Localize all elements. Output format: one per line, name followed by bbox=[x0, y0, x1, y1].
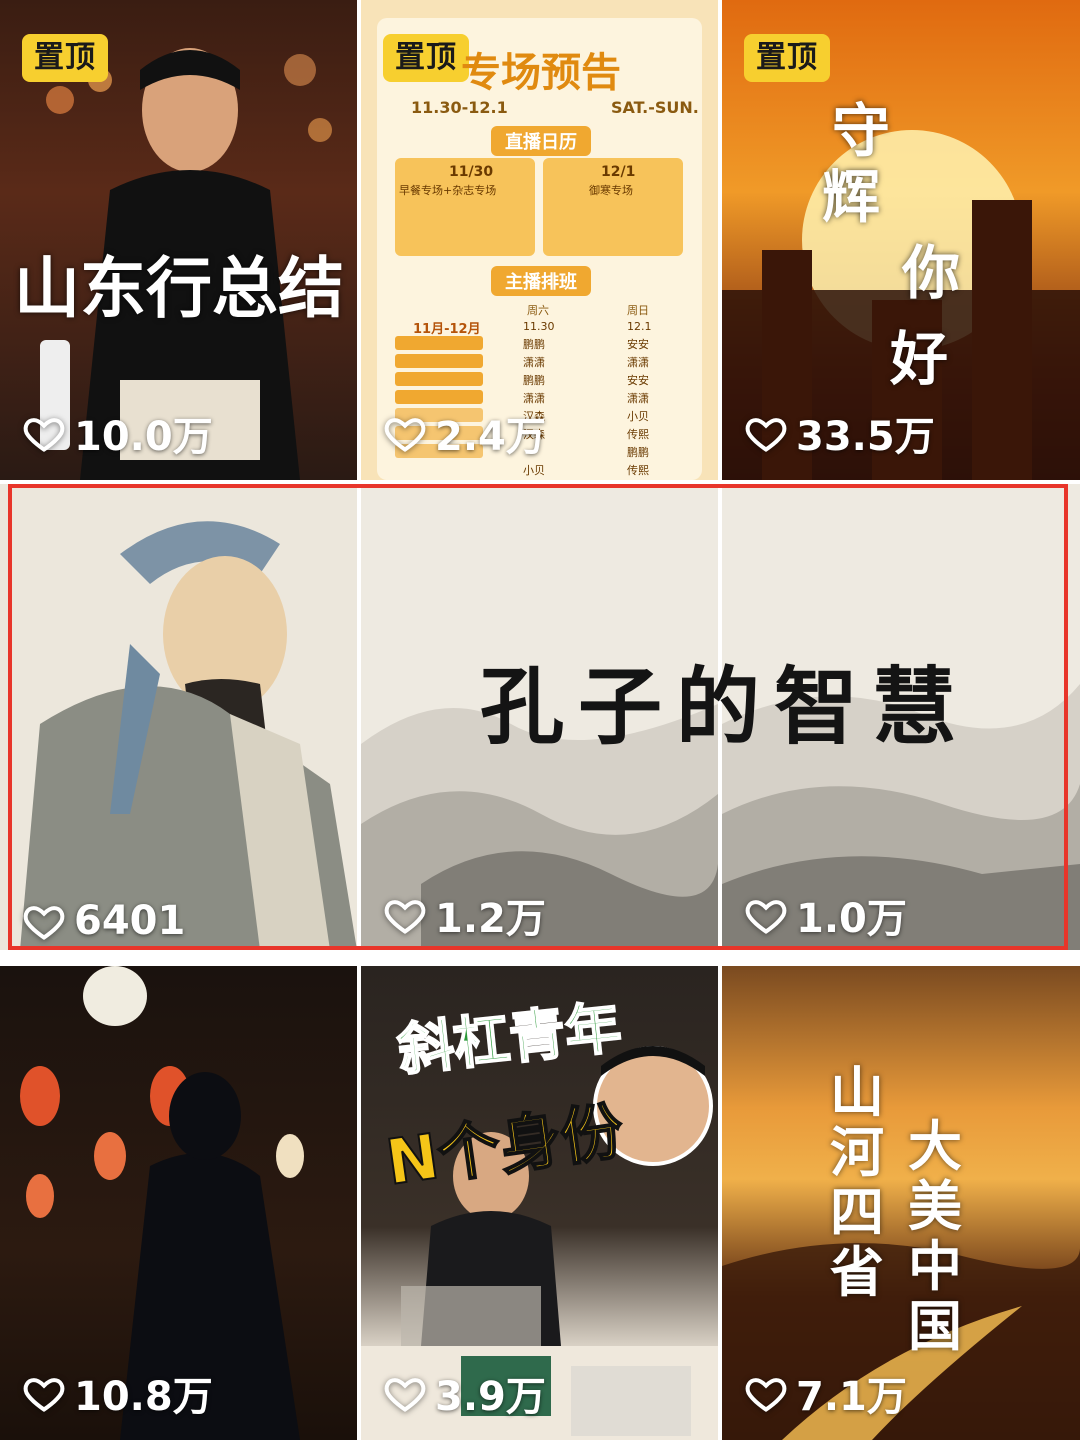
day1-date: 11/30 bbox=[449, 164, 494, 180]
poster-title: 专场预告 bbox=[461, 49, 621, 96]
video-card-2[interactable]: 置顶 专场预告 11.30-12.1 SAT.-SUN. 直播日历 11/30 … bbox=[361, 0, 718, 480]
like-count-value: 2.4万 bbox=[435, 414, 546, 460]
video-title-overlay: 山东行总结 bbox=[14, 249, 344, 327]
schedule-host-sun: 潇潇 bbox=[627, 356, 649, 369]
like-count-value: 3.9万 bbox=[435, 1374, 546, 1420]
video-title-char: 好 bbox=[890, 325, 949, 393]
heart-outline-icon bbox=[745, 418, 787, 452]
pinned-badge: 置顶 bbox=[22, 34, 108, 82]
like-count-value: 33.5万 bbox=[796, 414, 935, 460]
schedule-host-sat: 潇潇 bbox=[523, 356, 545, 369]
like-count-value: 7.1万 bbox=[796, 1374, 907, 1420]
video-card-3[interactable]: 置顶 守 辉 你 好 33.5万 bbox=[722, 0, 1080, 480]
like-count[interactable]: 3.9万 bbox=[383, 1364, 546, 1422]
section-live-calendar: 直播日历 bbox=[491, 126, 591, 156]
poster-weekday: SAT.-SUN. bbox=[611, 98, 699, 117]
schedule-row bbox=[395, 336, 483, 350]
section-host-schedule: 主播排班 bbox=[491, 266, 591, 296]
heart-outline-icon bbox=[23, 418, 65, 452]
video-card-1[interactable]: 置顶 山东行总结 10.0万 bbox=[0, 0, 357, 480]
poster-date-range: 11.30-12.1 bbox=[411, 98, 508, 117]
schedule-col-header-2: 周日 bbox=[627, 304, 649, 317]
schedule-host-sun: 潇潇 bbox=[627, 392, 649, 405]
like-count-value: 10.8万 bbox=[74, 1374, 213, 1420]
pinned-badge: 置顶 bbox=[383, 34, 469, 82]
like-count[interactable]: 2.4万 bbox=[383, 404, 546, 462]
schedule-host-sat: 鹏鹏 bbox=[523, 374, 545, 387]
video-card-9[interactable]: 山河四省 大美中国 7.1万 bbox=[722, 966, 1080, 1440]
heart-outline-icon bbox=[384, 418, 426, 452]
schedule-host-sat: 小贝 bbox=[523, 464, 545, 477]
like-count[interactable]: 10.8万 bbox=[22, 1364, 213, 1422]
schedule-host-sun: 传熙 bbox=[627, 428, 649, 441]
schedule-row bbox=[395, 390, 483, 404]
schedule-col-date-2: 12.1 bbox=[627, 320, 652, 333]
like-count[interactable]: 7.1万 bbox=[744, 1364, 907, 1422]
schedule-host-sat: 鹏鹏 bbox=[523, 338, 545, 351]
video-grid: 置顶 山东行总结 10.0万 置顶 专场预告 11.30-12.1 SAT.-S… bbox=[0, 0, 1080, 1440]
day2-date: 12/1 bbox=[601, 164, 636, 180]
schedule-host-sun: 鹏鹏 bbox=[627, 446, 649, 459]
title-column-1: 山河四省 bbox=[830, 1060, 884, 1304]
video-title-char: 你 bbox=[902, 239, 961, 307]
schedule-month: 11月-12月 bbox=[413, 322, 481, 337]
schedule-host-sun: 传熙 bbox=[627, 464, 649, 477]
like-count[interactable]: 10.0万 bbox=[22, 404, 213, 462]
video-title-char: 辉 bbox=[822, 163, 881, 231]
schedule-col-date-1: 11.30 bbox=[523, 320, 555, 333]
heart-outline-icon bbox=[23, 1378, 65, 1412]
schedule-host-sun: 安安 bbox=[627, 374, 649, 387]
schedule-row bbox=[395, 372, 483, 386]
selection-highlight-box bbox=[8, 484, 1068, 950]
pinned-badge: 置顶 bbox=[744, 34, 830, 82]
schedule-col-header-1: 周六 bbox=[527, 304, 549, 317]
day1-name: 早餐专场+杂志专场 bbox=[399, 184, 497, 197]
like-count-value: 10.0万 bbox=[74, 414, 213, 460]
schedule-host-sun: 小贝 bbox=[627, 410, 649, 423]
day2-name: 御寒专场 bbox=[589, 184, 633, 197]
heart-outline-icon bbox=[745, 1378, 787, 1412]
video-card-7[interactable]: 10.8万 bbox=[0, 966, 357, 1440]
like-count[interactable]: 33.5万 bbox=[744, 404, 935, 462]
schedule-row bbox=[395, 354, 483, 368]
heart-outline-icon bbox=[384, 1378, 426, 1412]
schedule-host-sun: 安安 bbox=[627, 338, 649, 351]
video-card-8[interactable]: 斜杠青年 N个身份 3.9万 bbox=[361, 966, 718, 1440]
title-column-2: 大美中国 bbox=[908, 1114, 962, 1358]
